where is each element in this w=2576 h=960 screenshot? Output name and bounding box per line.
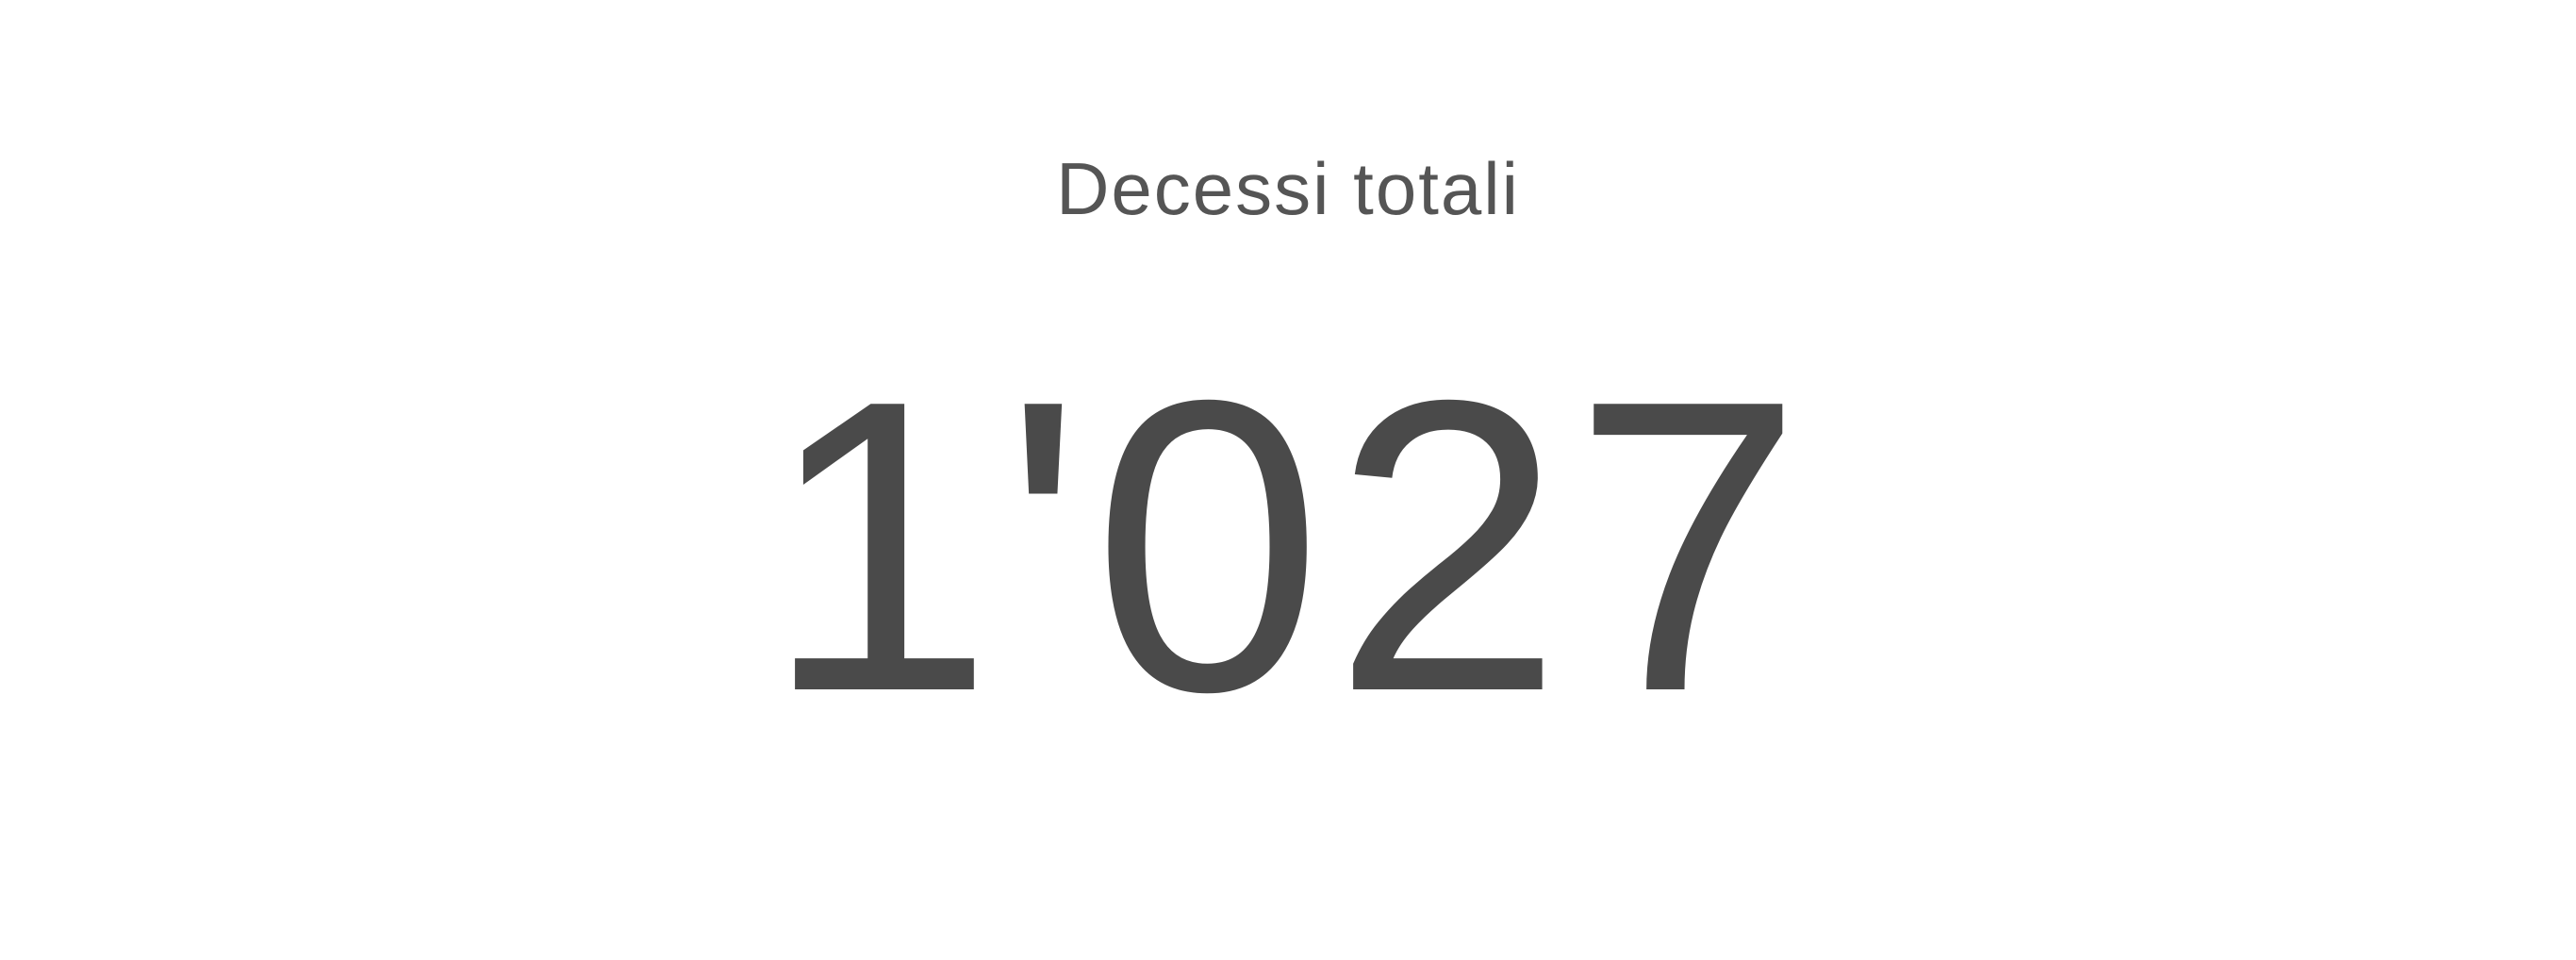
stat-value: 1'027	[763, 315, 1813, 778]
stat-title: Decessi totali	[1056, 147, 1520, 230]
stat-card: Decessi totali 1'027	[0, 0, 2576, 960]
